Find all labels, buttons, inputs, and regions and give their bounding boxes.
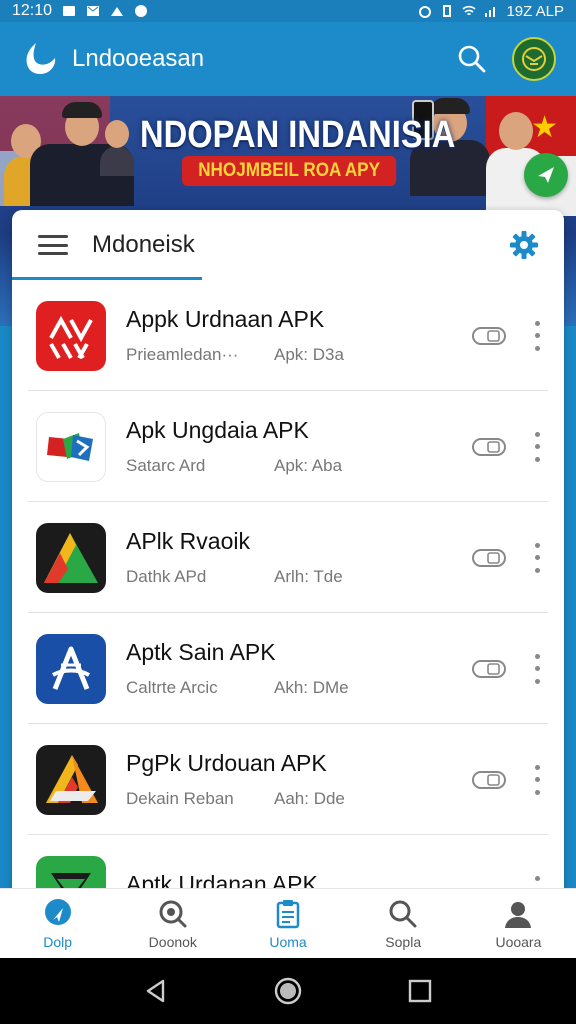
banner-action-button[interactable] [524, 153, 568, 197]
recents-button[interactable] [400, 971, 440, 1011]
gear-icon[interactable] [508, 229, 540, 261]
blue-a-icon [36, 633, 106, 704]
nav-label: Doonok [148, 934, 197, 950]
nav-item-home[interactable]: Dolp [0, 889, 115, 958]
install-toggle-icon[interactable] [472, 548, 506, 568]
app-meta-1: Dekain Reban [126, 789, 234, 808]
app-bar: Lndooeasan [0, 22, 576, 96]
nav-item-profile[interactable]: Uooara [461, 889, 576, 958]
app-meta-2: Aah: Dde [274, 789, 345, 808]
app-list-card: Mdoneisk Appk Urdnaan APK Prieamledan···… [12, 210, 564, 900]
search-icon [386, 897, 420, 931]
back-icon [146, 979, 165, 1003]
banner-subtitle: NHOJMBEIL ROA APY [182, 156, 397, 186]
home-pin-icon [41, 897, 75, 931]
back-button[interactable] [136, 971, 176, 1011]
home-circle-icon [274, 977, 302, 1005]
app-meta-1: Dathk APd [126, 567, 207, 586]
install-toggle-icon[interactable] [472, 770, 506, 790]
app-logo-icon [26, 43, 56, 75]
app-meta-2: Apk: Aba [274, 456, 343, 475]
alarm-icon [419, 6, 432, 18]
install-toggle-icon[interactable] [472, 659, 506, 679]
red-arrows-icon [36, 300, 106, 371]
person-illustration [99, 114, 134, 176]
nav-item-discover[interactable]: Doonok [115, 889, 230, 958]
hamburger-line [38, 243, 68, 247]
hamburger-line [38, 252, 68, 255]
list-item[interactable]: Apk Ungdaia APK Satarc Ard Apk: Aba [12, 391, 564, 502]
app-name: PgPk Urdouan APK [126, 750, 327, 776]
more-options-button[interactable] [530, 320, 544, 351]
app-list: Appk Urdnaan APK Prieamledan··· Apk: D3a… [12, 280, 564, 900]
hamburger-icon [38, 235, 68, 238]
avatar[interactable] [512, 37, 556, 81]
home-button[interactable] [268, 971, 308, 1011]
nav-item-clipboard[interactable]: Uoma [230, 889, 345, 958]
app-meta-2: Akh: DMe [274, 678, 349, 697]
search-icon [458, 45, 486, 73]
list-item[interactable]: Appk Urdnaan APK Prieamledan··· Apk: D3a [12, 280, 564, 391]
more-options-button[interactable] [530, 764, 544, 795]
vibrate-icon [443, 5, 452, 17]
status-bar: 12:10 19Z ALP [0, 0, 576, 22]
more-options-button[interactable] [530, 431, 544, 462]
install-toggle-icon[interactable] [472, 326, 506, 346]
nav-label: Dolp [43, 934, 72, 950]
list-item[interactable]: Aptk Sain APK Caltrte Arcic Akh: DMe [12, 613, 564, 724]
clipboard-icon [271, 897, 305, 931]
menu-button[interactable] [36, 232, 70, 258]
more-options-button[interactable] [530, 653, 544, 684]
app-meta-1: Caltrte Arcic [126, 678, 218, 697]
system-navigation [0, 958, 576, 1024]
card-header: Mdoneisk [12, 210, 564, 280]
green-triangle-icon [36, 522, 106, 593]
app-meta-1: Satarc Ard [126, 456, 206, 475]
status-left: 12:10 [12, 2, 148, 20]
nav-item-search[interactable]: Sopla [346, 889, 461, 958]
nav-label: Uooara [495, 934, 542, 950]
app-name: Aptk Sain APK [126, 639, 276, 665]
card-title: Mdoneisk [92, 231, 195, 258]
cell-signal-icon [485, 7, 496, 17]
banner-title: NDOPAN INDANISIA [140, 114, 456, 156]
status-right: 19Z ALP [418, 3, 564, 20]
multicolor-a-icon [36, 744, 106, 815]
more-options-button[interactable] [530, 542, 544, 573]
list-item[interactable]: APlk Rvaoik Dathk APd Arlh: Tde [12, 502, 564, 613]
bottom-navigation: Dolp Doonok Uoma Sopla Uooara [0, 888, 576, 958]
discover-icon [156, 897, 190, 931]
app-meta-2: Apk: D3a [274, 345, 344, 364]
search-button[interactable] [450, 37, 494, 81]
signal-app-icon [111, 7, 124, 16]
flag-card-icon [36, 411, 106, 482]
list-item[interactable]: PgPk Urdouan APK Dekain Reban Aah: Dde [12, 724, 564, 835]
install-toggle-icon[interactable] [472, 437, 506, 457]
recents-icon [408, 979, 432, 1003]
nav-label: Uoma [269, 934, 307, 950]
app-meta-2: Arlh: Tde [274, 567, 343, 586]
app-name: Appk Urdnaan APK [126, 306, 325, 332]
status-time: 12:10 [12, 2, 53, 19]
garuda-emblem-icon [522, 47, 546, 71]
app-name: Apk Ungdaia APK [126, 417, 309, 443]
message-icon [63, 6, 76, 16]
app-title: Lndooeasan [72, 45, 205, 72]
status-battery-text: 19Z ALP [506, 2, 564, 20]
app-name: APlk Rvaoik [126, 528, 250, 554]
mail-icon [87, 6, 100, 16]
send-icon [538, 167, 554, 183]
nav-label: Sopla [385, 934, 422, 950]
profile-icon [501, 897, 535, 931]
wifi-icon [462, 5, 476, 16]
notification-icon [135, 5, 148, 17]
app-meta-1: Prieamledan··· [126, 345, 239, 364]
